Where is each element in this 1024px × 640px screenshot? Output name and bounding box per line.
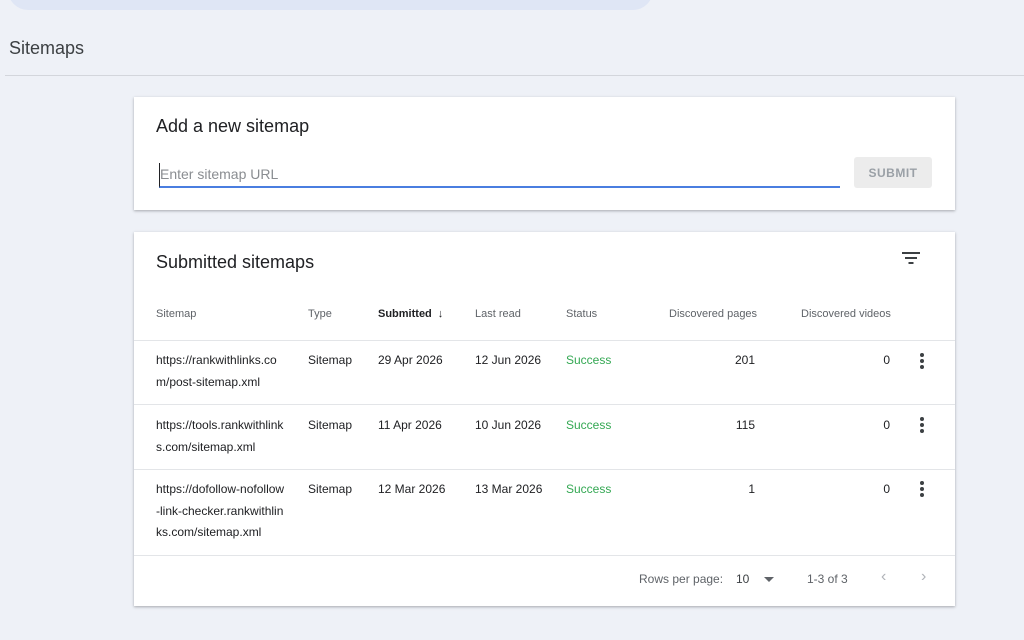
more-vert-icon[interactable] (918, 481, 926, 499)
row-3-last-read: 13 Mar 2026 (475, 482, 543, 496)
row-3-submitted: 12 Mar 2026 (378, 482, 446, 496)
row-3-sitemap[interactable]: https://dofollow-nofollow-link-checker.r… (156, 479, 288, 544)
row-2-type: Sitemap (308, 418, 353, 432)
row-2-discovered-videos: 0 (883, 418, 890, 432)
row-1-type: Sitemap (308, 353, 353, 367)
row-divider (134, 555, 955, 556)
row-2-discovered-pages: 115 (735, 418, 755, 432)
next-page-button[interactable]: › (921, 568, 926, 586)
submitted-sitemaps-card: Submitted sitemaps Sitemap Type Submitte… (134, 232, 955, 606)
submitted-sitemaps-title: Submitted sitemaps (156, 252, 315, 272)
previous-page-button[interactable]: ‹ (881, 568, 886, 586)
row-1-status: Success (566, 353, 612, 367)
row-1-last-read: 12 Jun 2026 (475, 353, 542, 367)
column-header-last-read[interactable]: Last read (475, 308, 521, 320)
dropdown-caret-icon[interactable] (764, 577, 774, 582)
row-1-sitemap[interactable]: https://rankwithlinks.com/post-sitemap.x… (156, 350, 288, 393)
row-divider (134, 340, 955, 341)
more-vert-icon[interactable] (918, 353, 926, 371)
row-3-type: Sitemap (308, 482, 353, 496)
row-divider (134, 469, 955, 470)
row-1-submitted: 29 Apr 2026 (378, 353, 443, 367)
page-title: Sitemaps (9, 38, 85, 58)
column-header-submitted[interactable]: Submitted ↓ (378, 308, 443, 320)
row-2-last-read: 10 Jun 2026 (475, 418, 542, 432)
row-1-discovered-pages: 201 (734, 353, 755, 367)
column-header-status[interactable]: Status (566, 308, 597, 320)
column-header-submitted-label: Submitted (378, 308, 432, 320)
row-2-submitted: 11 Apr 2026 (378, 418, 442, 432)
submit-button[interactable]: SUBMIT (854, 157, 932, 188)
add-sitemap-title: Add a new sitemap (156, 116, 310, 136)
column-header-type[interactable]: Type (308, 308, 332, 320)
sitemap-url-input[interactable] (159, 163, 840, 188)
search-bar-edge (8, 0, 653, 10)
row-3-status: Success (566, 482, 612, 496)
row-3-discovered-pages: 1 (748, 482, 755, 496)
pagination-range: 1-3 of 3 (807, 572, 848, 586)
rows-per-page-select[interactable]: 10 (736, 572, 749, 586)
row-2-sitemap[interactable]: https://tools.rankwithlinks.com/sitemap.… (156, 415, 288, 458)
row-1-discovered-videos: 0 (883, 353, 890, 367)
column-header-sitemap[interactable]: Sitemap (156, 308, 196, 320)
rows-per-page-label: Rows per page: (639, 572, 724, 586)
filter-icon[interactable] (901, 250, 921, 266)
column-header-discovered-pages[interactable]: Discovered pages (669, 308, 757, 320)
column-header-discovered-videos[interactable]: Discovered videos (801, 308, 891, 320)
more-vert-icon[interactable] (918, 417, 926, 435)
arrow-down-icon: ↓ (437, 308, 444, 320)
row-2-status: Success (566, 418, 612, 432)
title-divider (5, 75, 1024, 76)
row-divider (134, 404, 955, 405)
row-3-discovered-videos: 0 (883, 482, 890, 496)
add-sitemap-card: Add a new sitemap SUBMIT (134, 97, 955, 210)
